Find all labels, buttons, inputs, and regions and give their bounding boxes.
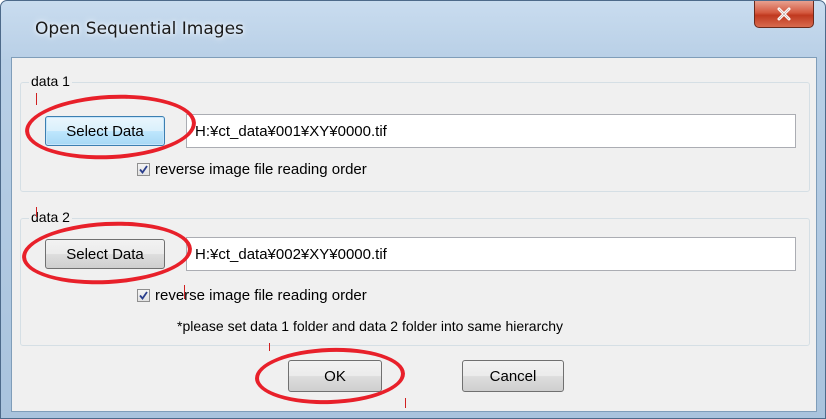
annotation-tick xyxy=(36,207,37,217)
select-data-2-label: Select Data xyxy=(66,245,144,263)
data-2-path-field[interactable]: H:¥ct_data¥002¥XY¥0000.tif xyxy=(186,237,796,271)
annotation-tick xyxy=(36,93,37,105)
data-2-reverse-checkbox[interactable] xyxy=(137,289,150,302)
ok-label: OK xyxy=(324,367,346,385)
dialog-client-area: data 1 Select Data H:¥ct_data¥001¥XY¥000… xyxy=(11,57,817,412)
cancel-label: Cancel xyxy=(489,367,537,385)
checkmark-icon xyxy=(139,291,148,300)
data-2-reverse-label: reverse image file reading order xyxy=(155,287,367,304)
annotation-tick xyxy=(184,285,185,299)
checkmark-icon xyxy=(139,165,148,174)
hierarchy-note: *please set data 1 folder and data 2 fol… xyxy=(177,318,564,334)
annotation-tick xyxy=(405,398,406,408)
cancel-button[interactable]: Cancel xyxy=(462,360,564,392)
data-2-group: data 2 Select Data H:¥ct_data¥002¥XY¥000… xyxy=(20,209,810,346)
title-bar[interactable]: Open Sequential Images xyxy=(1,1,826,57)
data-2-path-value: H:¥ct_data¥002¥XY¥0000.tif xyxy=(195,245,387,263)
data-1-path-field[interactable]: H:¥ct_data¥001¥XY¥0000.tif xyxy=(186,114,796,148)
data-1-group: data 1 Select Data H:¥ct_data¥001¥XY¥000… xyxy=(20,73,810,192)
select-data-2-button[interactable]: Select Data xyxy=(45,239,165,269)
close-icon xyxy=(777,7,791,21)
close-button[interactable] xyxy=(754,1,814,28)
ok-button[interactable]: OK xyxy=(288,360,382,392)
select-data-1-button[interactable]: Select Data xyxy=(45,116,165,146)
annotation-tick xyxy=(269,343,270,351)
dialog-window: Open Sequential Images data 1 Select Dat… xyxy=(0,0,826,419)
data-1-group-label: data 1 xyxy=(29,73,72,89)
data-1-path-value: H:¥ct_data¥001¥XY¥0000.tif xyxy=(195,122,387,140)
dialog-title: Open Sequential Images xyxy=(35,19,244,39)
data-1-reverse-label: reverse image file reading order xyxy=(155,161,367,178)
select-data-1-label: Select Data xyxy=(66,122,144,140)
data-1-reverse-checkbox[interactable] xyxy=(137,163,150,176)
